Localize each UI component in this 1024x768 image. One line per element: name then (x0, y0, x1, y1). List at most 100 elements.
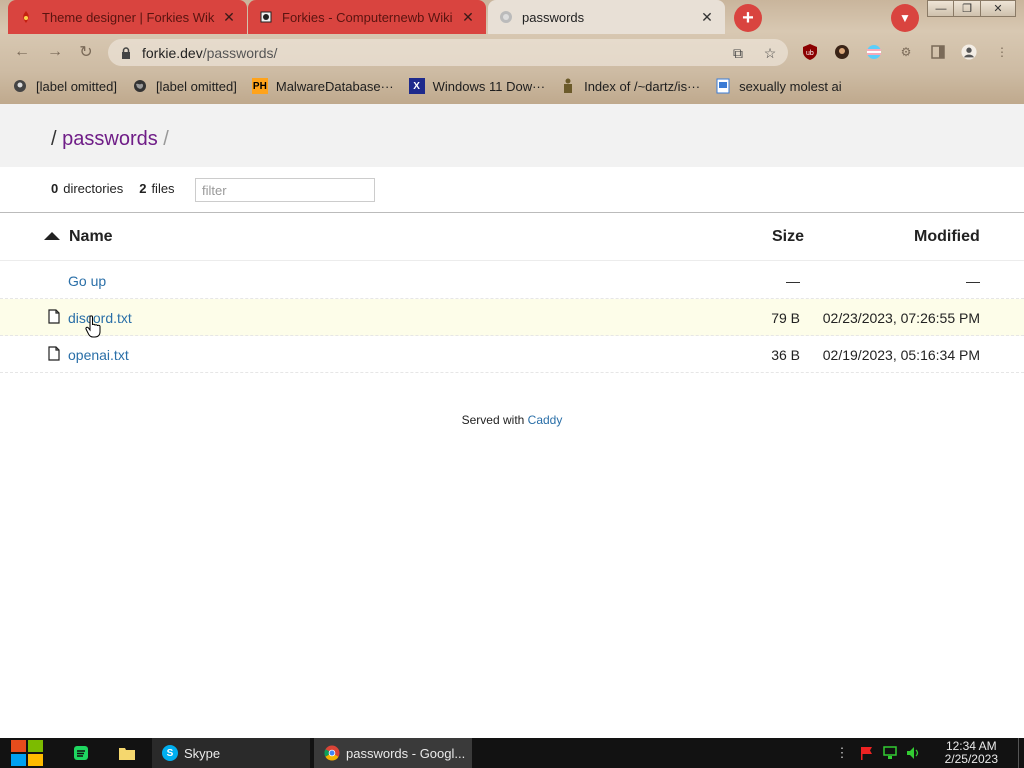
breadcrumb-root[interactable]: / (51, 128, 57, 150)
file-icon (48, 309, 60, 324)
arrow-right-icon: → (47, 43, 63, 60)
bookmark-index-dartz[interactable]: Index of /~dartz/is··· (560, 78, 700, 94)
address-bar[interactable]: forkie.dev/passwords/ ⧉ ☆ (108, 39, 788, 66)
windows-logo-icon (11, 740, 26, 752)
windows-logo-part (28, 754, 43, 766)
taskbar-chrome[interactable]: passwords - Googl... (314, 738, 472, 768)
forward-button[interactable]: → (45, 42, 65, 62)
profile-icon[interactable] (961, 44, 977, 60)
close-icon[interactable]: ✕ (460, 9, 476, 25)
back-button[interactable]: ← (12, 42, 32, 62)
tab-label: Theme designer | Forkies Wiki (42, 9, 215, 25)
breadcrumb-separator: / (163, 128, 169, 150)
footer: Served with Caddy (0, 413, 1024, 427)
wiki-favicon-icon (18, 9, 34, 25)
filter-input[interactable] (195, 178, 375, 202)
size-cell: — (786, 273, 800, 289)
bookmark-label: [label omitted] (36, 78, 117, 94)
close-icon[interactable]: ✕ (699, 9, 715, 25)
skype-icon: S (162, 745, 178, 761)
share-icon[interactable]: ⧉ (730, 45, 746, 61)
new-tab-button[interactable]: + (734, 4, 762, 32)
folder-icon[interactable] (117, 743, 137, 763)
breadcrumb: / passwords / (51, 128, 169, 151)
puzzle-icon[interactable]: ⚙ (898, 44, 914, 60)
minimize-button[interactable]: — (927, 0, 955, 17)
dir-count: 0 (51, 181, 59, 196)
bookmark-malwaredatabase[interactable]: PH MalwareDatabase··· (251, 78, 394, 94)
wiki-favicon-icon (258, 9, 274, 25)
table-row[interactable]: openai.txt 36 B 02/19/2023, 05:16:34 PM (0, 336, 1024, 373)
file-count: 2 (139, 181, 147, 196)
window-close-button[interactable]: ✕ (980, 0, 1016, 17)
close-icon[interactable]: ✕ (221, 9, 237, 25)
column-size[interactable]: Size (772, 228, 804, 246)
show-desktop-button[interactable] (1018, 738, 1024, 768)
volume-icon[interactable] (906, 745, 922, 761)
bookmark-star-icon[interactable]: ☆ (762, 45, 778, 61)
menu-kebab-icon[interactable]: ⋮ (994, 44, 1010, 60)
tray-overflow-icon[interactable]: ⋮ (834, 745, 850, 761)
taskbar-skype[interactable]: S Skype (152, 738, 310, 768)
arrow-left-icon: ← (14, 43, 30, 60)
table-row-go-up[interactable]: Go up — — (0, 262, 1024, 299)
taskbar: S Skype passwords - Googl... ⋮ 12:34 AM … (0, 738, 1024, 768)
bookmark-label: Windows 11 Dow··· (432, 78, 546, 94)
network-icon[interactable] (882, 745, 898, 761)
column-modified[interactable]: Modified (914, 228, 980, 246)
url-host: forkie.dev (142, 44, 203, 61)
start-button[interactable] (10, 738, 44, 768)
x-icon: X (408, 78, 425, 94)
spotify-icon[interactable] (71, 743, 91, 763)
bookmark-1[interactable]: [label omitted] (12, 78, 117, 94)
system-clock[interactable]: 12:34 AM 2/25/2023 (945, 740, 998, 766)
page-content: / passwords / 0 directories 2 files Name… (0, 104, 1024, 738)
windows-logo-part (11, 754, 26, 766)
table-row[interactable]: discord.txt 79 B 02/23/2023, 07:26:55 PM (0, 299, 1024, 336)
flag-icon[interactable] (858, 745, 874, 761)
go-up-link[interactable]: Go up (68, 273, 106, 289)
url-text: forkie.dev/passwords/ (142, 45, 277, 61)
lock-icon (120, 46, 132, 60)
bookmark-windows11[interactable]: X Windows 11 Dow··· (408, 78, 546, 94)
globe-icon (132, 78, 148, 94)
task-label: passwords - Googl... (346, 745, 466, 761)
figure-icon (560, 78, 576, 94)
file-label: files (151, 181, 175, 196)
ublock-extension-icon[interactable]: ub (802, 44, 818, 60)
tab-computernewb-wiki[interactable]: Forkies - Computernewb Wiki ✕ (248, 0, 486, 34)
profile-icon (12, 78, 28, 94)
ph-icon: PH (251, 78, 268, 94)
file-icon (48, 346, 60, 361)
bookmark-label: Index of /~dartz/is··· (584, 78, 701, 94)
dir-label: directories (63, 181, 124, 196)
reload-button[interactable]: ↻ (76, 42, 96, 62)
caddy-link[interactable]: Caddy (528, 413, 563, 427)
tab-search-button[interactable]: ▼ (891, 4, 919, 32)
bookmark-label: sexually molest ai (739, 78, 842, 94)
task-label: Skype (184, 745, 221, 761)
breadcrumb-bar: / passwords / (0, 104, 1024, 167)
avatar-extension-icon[interactable] (834, 44, 850, 60)
footer-text: Served with (461, 413, 525, 427)
listing-summary: 0 directories 2 files (51, 181, 175, 196)
tab-theme-designer[interactable]: Theme designer | Forkies Wiki ✕ (8, 0, 247, 34)
file-link[interactable]: openai.txt (68, 347, 129, 363)
minimize-icon: — (935, 2, 947, 15)
tab-passwords[interactable]: passwords ✕ (488, 0, 725, 34)
modified-cell: — (966, 273, 980, 289)
bookmark-label: MalwareDatabase··· (275, 78, 394, 94)
size-cell: 79 B (771, 310, 800, 326)
bookmarks-bar: [label omitted] [label omitted] PH Malwa… (0, 72, 1024, 100)
bookmark-6[interactable]: sexually molest ai (715, 78, 842, 94)
bookmark-2[interactable]: [label omitted] (132, 78, 237, 94)
column-name[interactable]: Name (69, 228, 113, 246)
flag-extension-icon[interactable] (866, 44, 882, 60)
chevron-down-icon: ▼ (899, 11, 911, 25)
breadcrumb-dir-link[interactable]: passwords (62, 128, 158, 150)
side-panel-icon[interactable] (930, 44, 946, 60)
url-path: /passwords/ (202, 44, 278, 61)
chrome-icon (324, 745, 340, 761)
restore-button[interactable]: ❐ (953, 0, 981, 17)
sort-ascending-icon[interactable] (44, 232, 60, 240)
